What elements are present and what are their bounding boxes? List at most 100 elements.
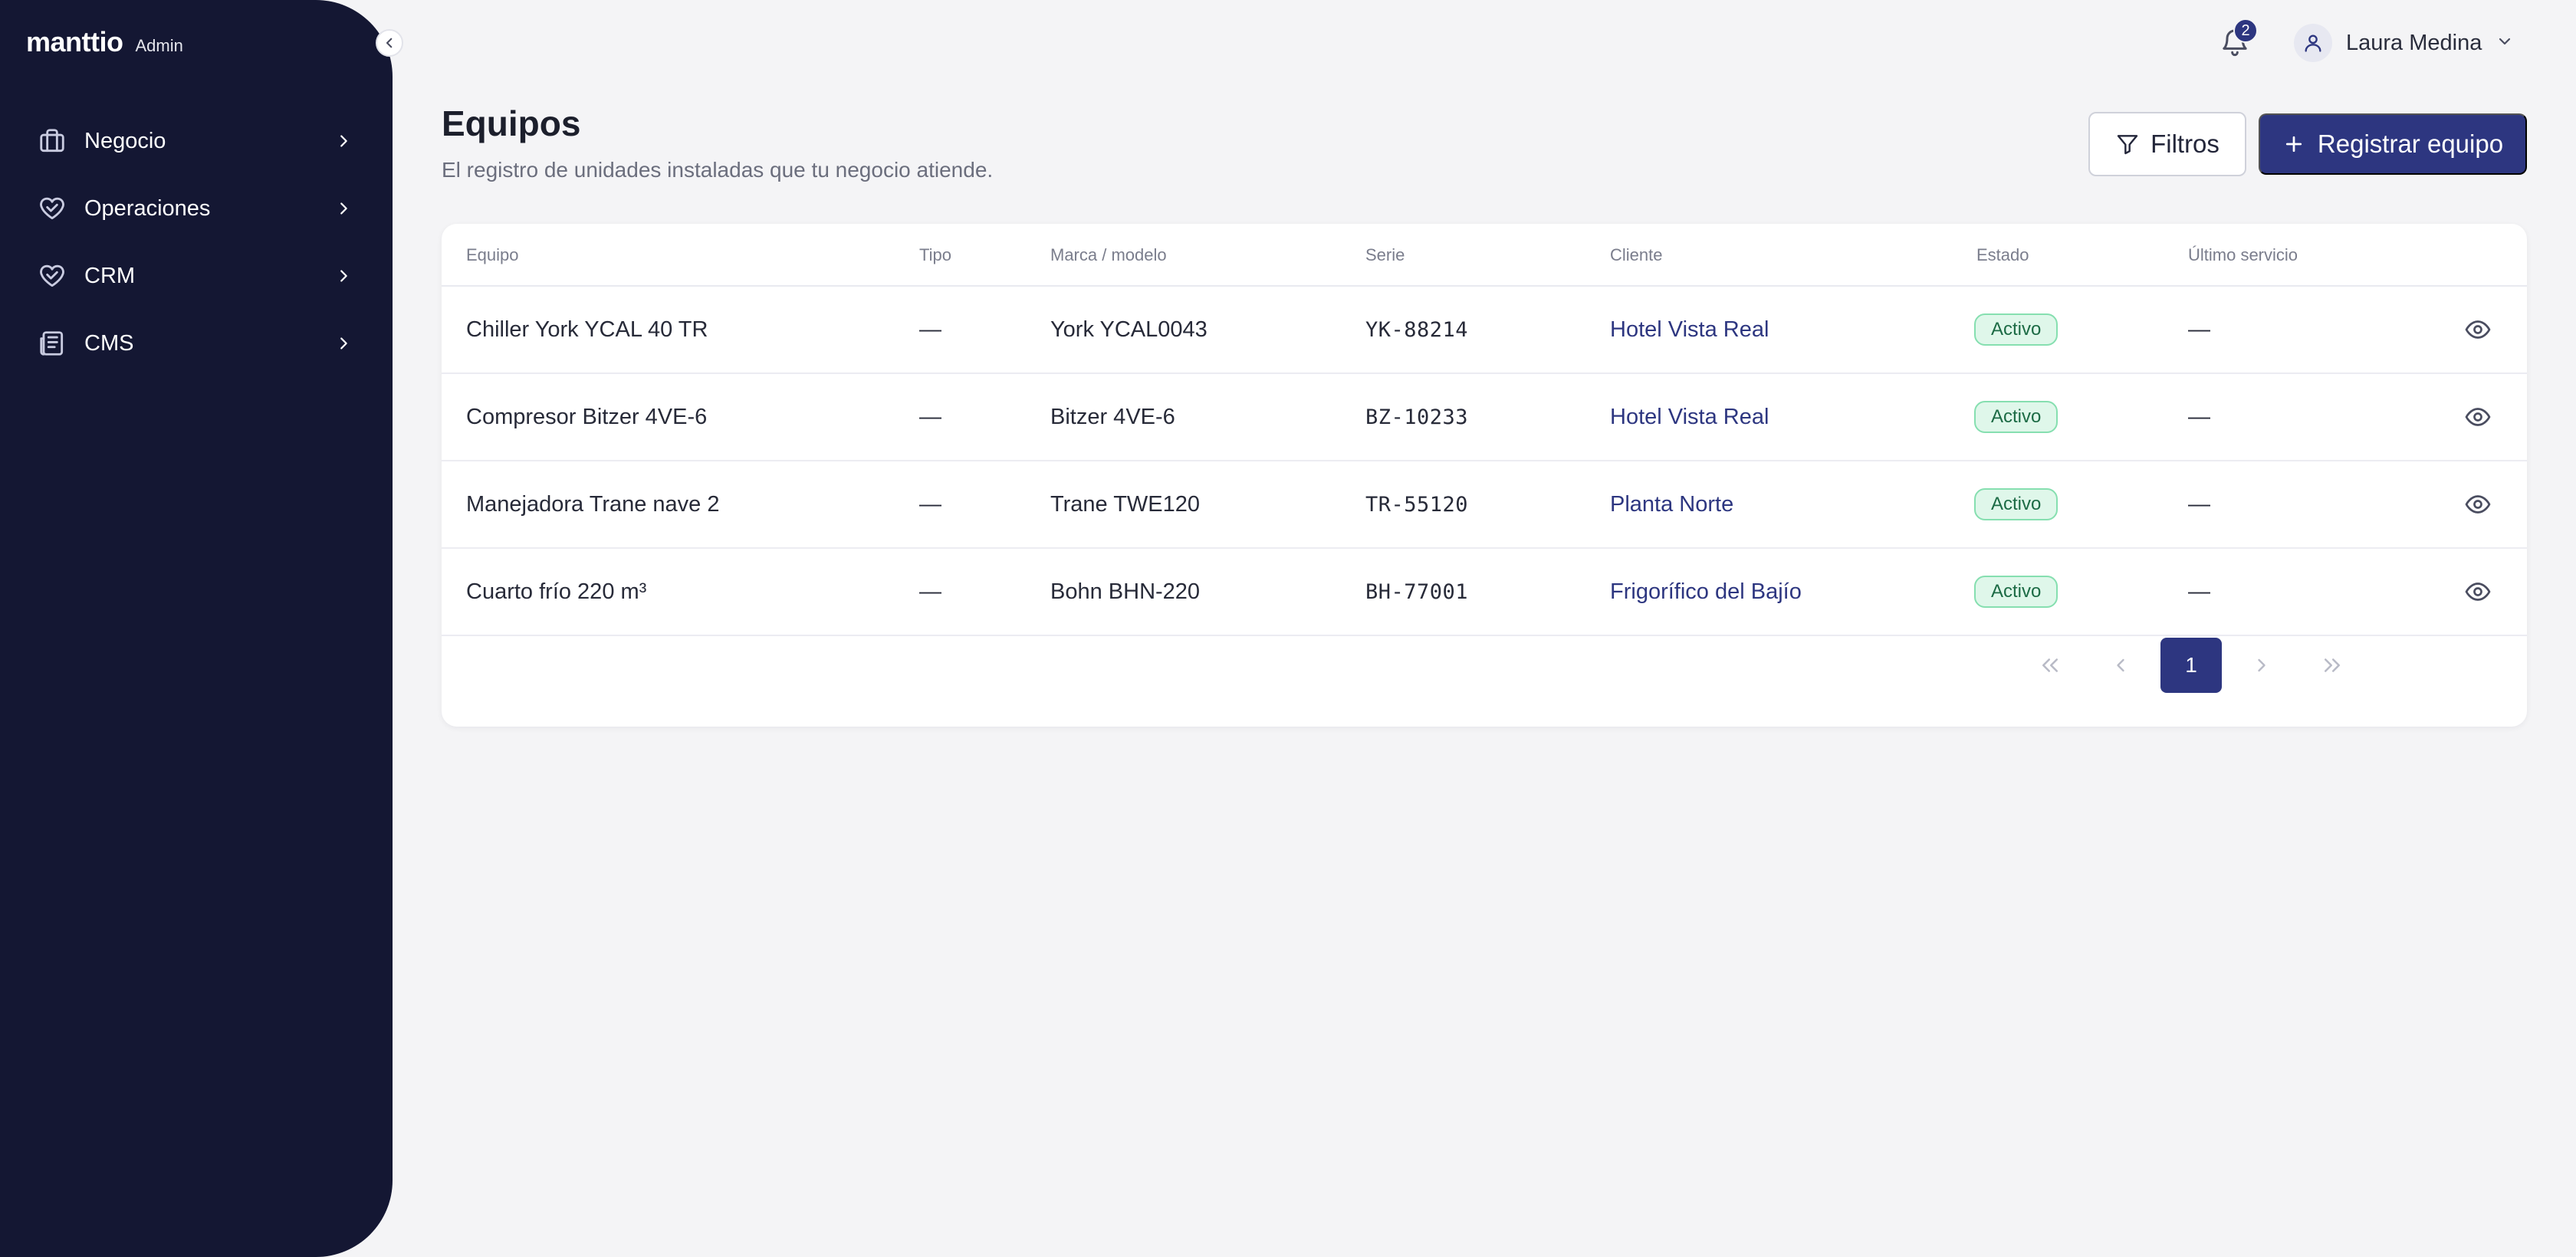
collapse-sidebar-button[interactable] [376,29,403,57]
sidebar-item-operaciones[interactable]: Operaciones [0,175,393,242]
cell-estado: Activo [1974,549,2058,635]
column-header-estado[interactable]: Estado [1976,224,2029,287]
filters-button-label: Filtros [2150,130,2220,158]
view-button[interactable] [2463,549,2493,635]
cell-tipo: — [919,317,941,342]
cell-marca: York YCAL0043 [1050,317,1208,342]
cell-marca: Bitzer 4VE-6 [1050,404,1175,429]
page-subtitle: El registro de unidades instaladas que t… [442,158,994,182]
sidebar-item-label: Negocio [84,128,166,153]
table-row[interactable]: Compresor Bitzer 4VE-6 — Bitzer 4VE-6 BZ… [442,374,2527,461]
cell-tipo: — [919,491,941,517]
eye-icon [2463,576,2493,607]
cell-cliente-link[interactable]: Hotel Vista Real [1610,287,1769,373]
heart-handshake-icon [35,192,69,225]
chevron-right-icon [333,130,354,152]
column-header-ultimo-servicio[interactable]: Último servicio [2188,224,2298,287]
brand-logo: manttio [26,26,123,57]
cell-marca: Bohn BHN-220 [1050,579,1201,604]
eye-icon [2463,402,2493,432]
cell-ultimo-servicio: — [2188,491,2210,517]
cell-cliente-link[interactable]: Hotel Vista Real [1610,374,1769,460]
cell-serie: TR-55120 [1365,492,1469,517]
chevron-right-icon [333,265,354,287]
pagination: 1 [2010,638,2363,693]
cell-estado: Activo [1974,287,2058,373]
chevrons-right-icon [2325,658,2340,672]
cell-equipo: Manejadora Trane nave 2 [466,491,720,517]
cell-ultimo-servicio: — [2188,317,2210,342]
brand-tag: Admin [135,36,183,55]
sidebar-nav: Negocio Operaciones CRM CMS [0,107,393,377]
table-header: Equipo Tipo Marca / modelo Serie Cliente… [442,224,2527,287]
sidebar-item-negocio[interactable]: Negocio [0,107,393,175]
view-button[interactable] [2463,374,2493,460]
sidebar-item-cms[interactable]: CMS [0,310,393,377]
view-button[interactable] [2463,461,2493,547]
chevron-left-icon [2117,658,2124,672]
status-badge: Activo [1974,488,2058,520]
cell-serie: YK-88214 [1365,317,1469,342]
filters-button[interactable]: Filtros [2088,112,2246,176]
view-button[interactable] [2463,287,2493,373]
cell-equipo: Chiller York YCAL 40 TR [466,317,708,342]
table-row[interactable]: Chiller York YCAL 40 TR — York YCAL0043 … [442,287,2527,374]
column-header-marca[interactable]: Marca / modelo [1050,224,1167,287]
eye-icon [2463,489,2493,520]
register-equipment-button[interactable]: Registrar equipo [2259,113,2527,175]
brand[interactable]: manttio Admin [26,26,183,58]
notification-count-badge: 2 [2233,18,2258,43]
previous-page-button[interactable] [2090,638,2151,693]
cell-estado: Activo [1974,461,2058,547]
cell-marca: Trane TWE120 [1050,491,1201,517]
heart-handshake-icon [35,259,69,293]
eye-icon [2463,314,2493,345]
cell-estado: Activo [1974,374,2058,460]
sidebar: manttio Admin Negocio Operaciones CRM CM… [0,0,393,1257]
equipment-table-card: Equipo Tipo Marca / modelo Serie Cliente… [442,224,2527,727]
status-badge: Activo [1974,576,2058,608]
user-menu[interactable]: Laura Medina [2294,23,2514,63]
status-badge: Activo [1974,401,2058,433]
chevron-right-icon [333,333,354,354]
user-icon [2305,34,2321,52]
table-row[interactable]: Manejadora Trane nave 2 — Trane TWE120 T… [442,461,2527,549]
filter-icon [2117,135,2138,155]
chevron-down-icon [2496,32,2514,54]
column-header-equipo[interactable]: Equipo [466,224,519,287]
sidebar-item-crm[interactable]: CRM [0,242,393,310]
cell-ultimo-servicio: — [2188,579,2210,604]
column-header-serie[interactable]: Serie [1365,224,1405,287]
page-title: Equipos [442,103,581,143]
register-equipment-label: Registrar equipo [2317,130,2504,158]
newspaper-icon [35,327,69,360]
user-name: Laura Medina [2346,30,2482,55]
cell-cliente-link[interactable]: Frigorífico del Bajío [1610,549,1802,635]
plus-icon [2285,136,2302,153]
cell-tipo: — [919,579,941,604]
status-badge: Activo [1974,313,2058,346]
sidebar-item-label: Operaciones [84,195,211,221]
briefcase-icon [35,124,69,158]
chevron-right-icon [2258,658,2266,672]
cell-equipo: Compresor Bitzer 4VE-6 [466,404,708,429]
cell-serie: BZ-10233 [1365,405,1469,429]
sidebar-item-label: CRM [84,263,136,288]
last-page-button[interactable] [2302,638,2363,693]
column-header-cliente[interactable]: Cliente [1610,224,1662,287]
chevron-right-icon [333,198,354,219]
avatar [2294,24,2332,62]
table-row[interactable]: Cuarto frío 220 m³ — Bohn BHN-220 BH-770… [442,549,2527,636]
cell-tipo: — [919,404,941,429]
sidebar-item-label: CMS [84,330,134,356]
chevrons-left-icon [2042,658,2058,672]
next-page-button[interactable] [2231,638,2292,693]
cell-ultimo-servicio: — [2188,404,2210,429]
page-button-current[interactable]: 1 [2160,638,2222,693]
cell-serie: BH-77001 [1365,579,1469,604]
first-page-button[interactable] [2019,638,2081,693]
chevron-left-icon [386,38,393,48]
cell-equipo: Cuarto frío 220 m³ [466,579,647,604]
cell-cliente-link[interactable]: Planta Norte [1610,461,1733,547]
column-header-tipo[interactable]: Tipo [919,224,951,287]
